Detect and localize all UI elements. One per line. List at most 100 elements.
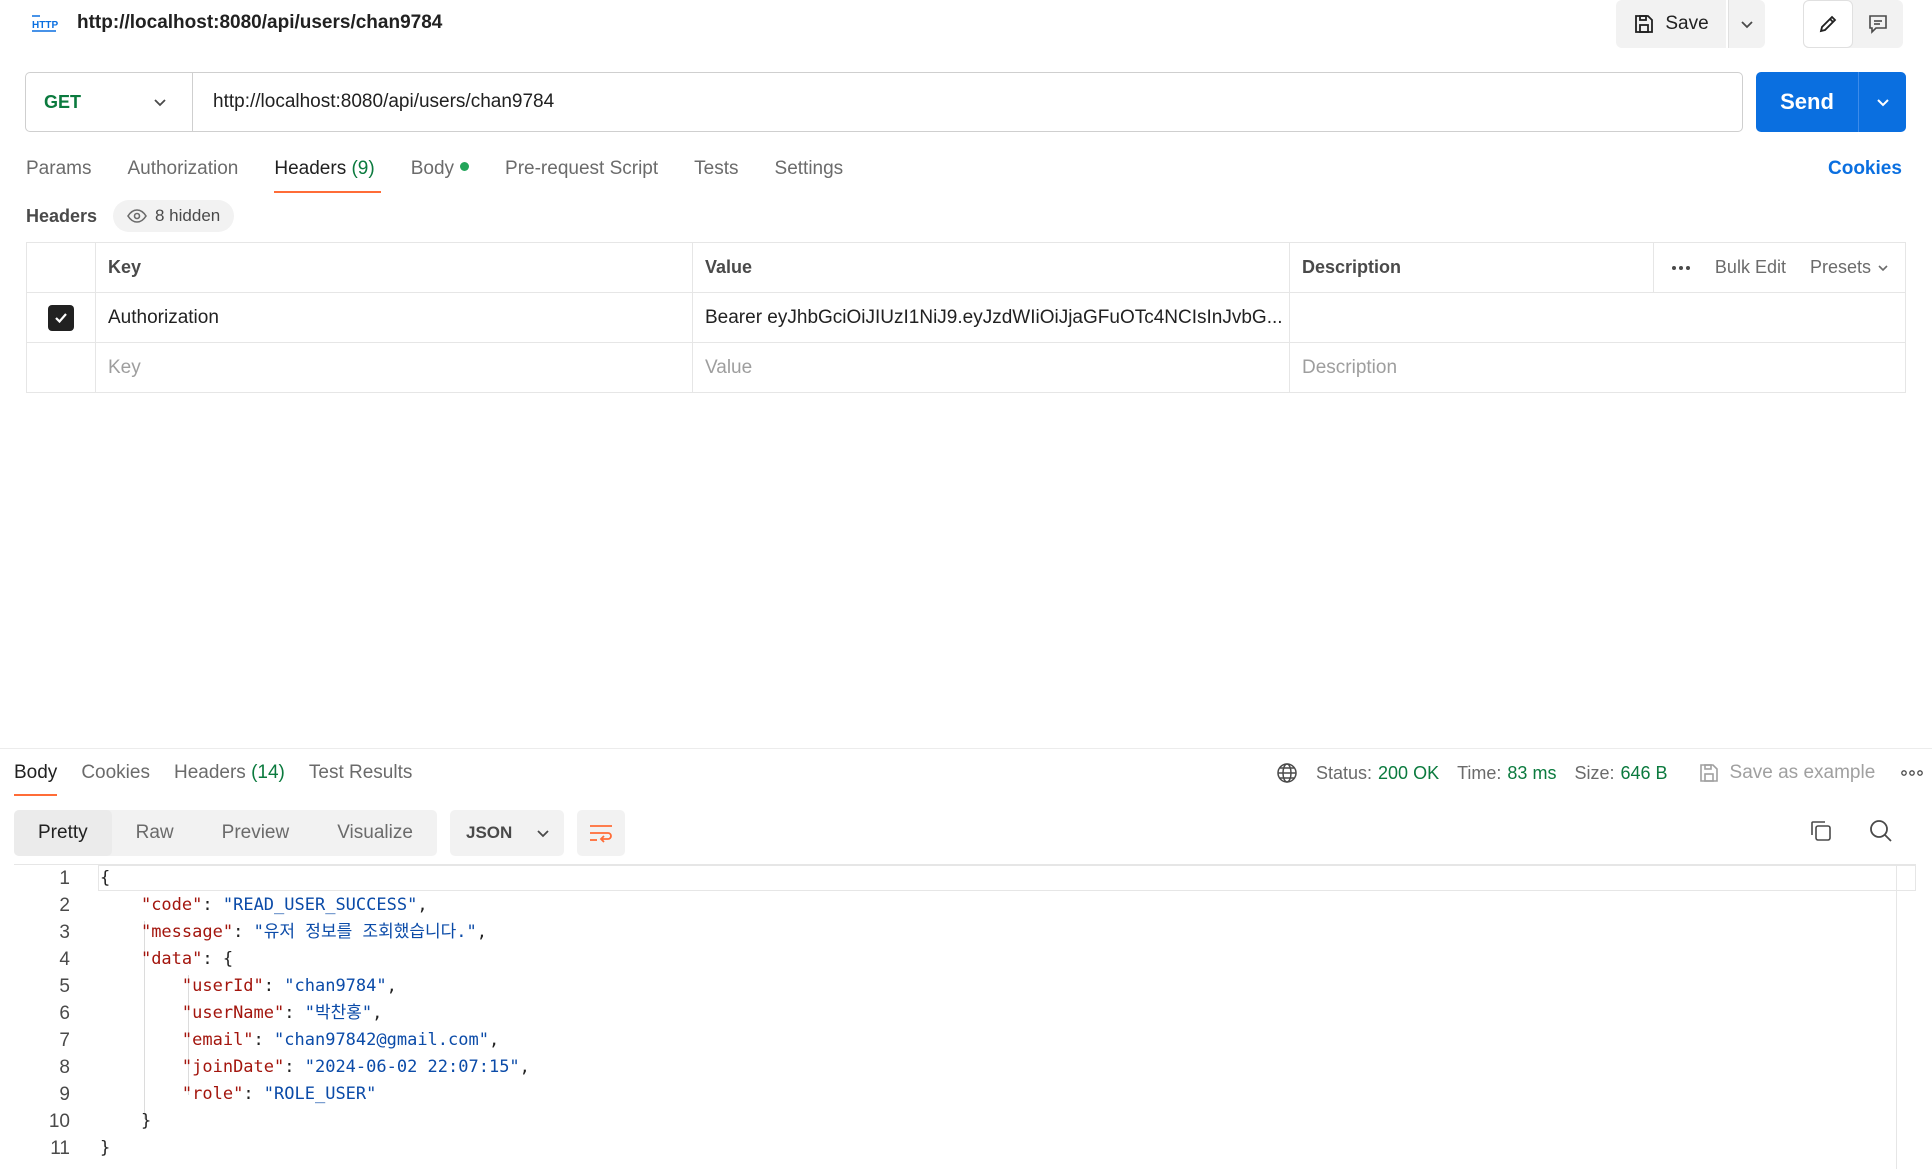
- bulk-edit-button[interactable]: Bulk Edit: [1715, 257, 1786, 278]
- word-wrap-button[interactable]: [577, 810, 625, 856]
- json-key: "data": [140, 949, 203, 969]
- json-string: "ROLE_USER": [263, 1084, 377, 1104]
- view-pretty-button[interactable]: Pretty: [14, 810, 112, 856]
- json-key: "message": [140, 922, 234, 942]
- save-options-button[interactable]: [1728, 0, 1765, 48]
- tab-authorization[interactable]: Authorization: [127, 158, 238, 194]
- hidden-headers-toggle[interactable]: 8 hidden: [113, 200, 235, 232]
- new-value-input[interactable]: Value: [693, 343, 1290, 392]
- tab-body[interactable]: Body: [411, 158, 470, 194]
- json-brace: }: [140, 1111, 152, 1131]
- row-enabled-checkbox[interactable]: [48, 304, 74, 331]
- code-line: 8 "joinDate": "2024-06-02 22:07:15",: [14, 1054, 530, 1081]
- active-line-highlight: [98, 865, 1916, 891]
- time-value[interactable]: 83 ms: [1507, 763, 1556, 784]
- line-number: 5: [59, 976, 70, 997]
- headers-table: Key Value Description Bulk Edit Presets: [26, 242, 1906, 393]
- json-brace: }: [100, 1138, 111, 1158]
- response-headers-count: (14): [251, 762, 285, 783]
- status-value[interactable]: 200 OK: [1378, 763, 1439, 784]
- table-tools: Bulk Edit Presets: [1654, 243, 1905, 292]
- body-indicator-dot: [460, 162, 470, 172]
- size-value[interactable]: 646 B: [1620, 763, 1667, 784]
- format-label: JSON: [466, 823, 513, 842]
- tab-pre-request-script[interactable]: Pre-request Script: [505, 158, 658, 194]
- send-button[interactable]: Send: [1756, 72, 1858, 132]
- json-string: "2024-06-02 22:07:15": [304, 1057, 520, 1077]
- response-divider[interactable]: [0, 748, 1932, 749]
- eye-icon: [127, 209, 147, 223]
- header-key-cell[interactable]: Authorization: [96, 293, 693, 342]
- code-line: 4 "data": {: [14, 946, 233, 973]
- new-header-row: Key Value Description: [27, 343, 1905, 392]
- response-tab-body[interactable]: Body: [14, 762, 58, 796]
- code-line: 11 }: [14, 1135, 110, 1162]
- copy-button[interactable]: [1808, 818, 1834, 844]
- code-line: 10 }: [14, 1108, 151, 1135]
- pencil-icon: [1817, 13, 1839, 35]
- line-number: 2: [59, 895, 70, 916]
- description-column-header: Description: [1290, 243, 1654, 292]
- view-visualize-button[interactable]: Visualize: [313, 810, 437, 856]
- globe-icon[interactable]: [1276, 762, 1298, 784]
- save-group: Save: [1616, 0, 1765, 48]
- tab-headers[interactable]: Headers (9): [274, 158, 382, 194]
- chevron-down-icon: [152, 94, 168, 110]
- view-mode-group: Pretty Raw Preview Visualize: [14, 810, 437, 856]
- time-label: Time:: [1457, 762, 1502, 783]
- json-key: "joinDate": [181, 1057, 285, 1077]
- cookies-link[interactable]: Cookies: [1828, 158, 1902, 180]
- json-key: "code": [140, 895, 203, 915]
- send-button-group: Send: [1756, 72, 1906, 132]
- header-description-cell[interactable]: [1290, 293, 1905, 342]
- tab-params[interactable]: Params: [26, 158, 91, 194]
- tab-settings[interactable]: Settings: [775, 158, 844, 194]
- search-button[interactable]: [1868, 818, 1894, 844]
- hidden-count-label: 8 hidden: [155, 206, 221, 225]
- url-input[interactable]: [193, 72, 1742, 132]
- new-description-input[interactable]: Description: [1290, 343, 1905, 392]
- json-string: "유저 정보를 조회했습니다.": [253, 922, 477, 942]
- save-icon: [1633, 13, 1655, 35]
- size-label: Size:: [1574, 762, 1615, 783]
- json-string: "chan97842@gmail.com": [274, 1030, 489, 1050]
- editor-scrollbar-track[interactable]: [1896, 865, 1897, 1169]
- presets-dropdown[interactable]: Presets: [1810, 257, 1889, 278]
- response-tabs: Body Cookies Headers (14) Test Results: [14, 762, 436, 796]
- more-options-icon[interactable]: [1901, 770, 1924, 776]
- chevron-down-icon: [536, 826, 550, 840]
- comments-button[interactable]: [1853, 0, 1903, 48]
- chevron-down-icon: [1875, 94, 1891, 110]
- code-line: 6 "userName": "박찬홍",: [14, 1000, 382, 1027]
- comment-icon: [1867, 13, 1889, 35]
- edit-mode-button[interactable]: [1803, 0, 1853, 48]
- url-bar: GET: [25, 72, 1743, 132]
- response-tab-cookies[interactable]: Cookies: [81, 762, 150, 784]
- method-select[interactable]: GET: [26, 73, 193, 131]
- row-checkbox-cell: [27, 293, 96, 342]
- json-key: "role": [181, 1084, 244, 1104]
- code-line: 5 "userId": "chan9784",: [14, 973, 396, 1000]
- header-value-cell[interactable]: Bearer eyJhbGciOiJIUzI1NiJ9.eyJzdWIiOiJj…: [693, 293, 1290, 342]
- line-number: 7: [59, 1030, 70, 1051]
- save-button[interactable]: Save: [1616, 0, 1726, 48]
- line-number: 10: [48, 1111, 70, 1132]
- request-title[interactable]: http://localhost:8080/api/users/chan9784: [77, 12, 442, 34]
- send-options-button[interactable]: [1858, 72, 1906, 132]
- table-row: Authorization Bearer eyJhbGciOiJIUzI1NiJ…: [27, 293, 1905, 343]
- response-body-editor[interactable]: 1 { 2 "code": "READ_USER_SUCCESS", 3 "me…: [14, 864, 1916, 1169]
- headers-section-label: Headers: [26, 206, 98, 226]
- response-tab-headers[interactable]: Headers (14): [174, 762, 285, 784]
- line-number: 4: [59, 949, 70, 970]
- json-string: "READ_USER_SUCCESS": [222, 895, 418, 915]
- save-as-example-button[interactable]: Save as example: [1698, 762, 1875, 784]
- wrap-lines-icon: [588, 822, 614, 844]
- response-tab-test-results[interactable]: Test Results: [309, 762, 412, 784]
- view-preview-button[interactable]: Preview: [198, 810, 314, 856]
- new-key-input[interactable]: Key: [96, 343, 693, 392]
- more-options-icon[interactable]: [1671, 265, 1691, 271]
- format-select[interactable]: JSON: [450, 810, 564, 856]
- checkbox-column-header: [27, 243, 96, 292]
- view-raw-button[interactable]: Raw: [112, 810, 198, 856]
- tab-tests[interactable]: Tests: [694, 158, 738, 194]
